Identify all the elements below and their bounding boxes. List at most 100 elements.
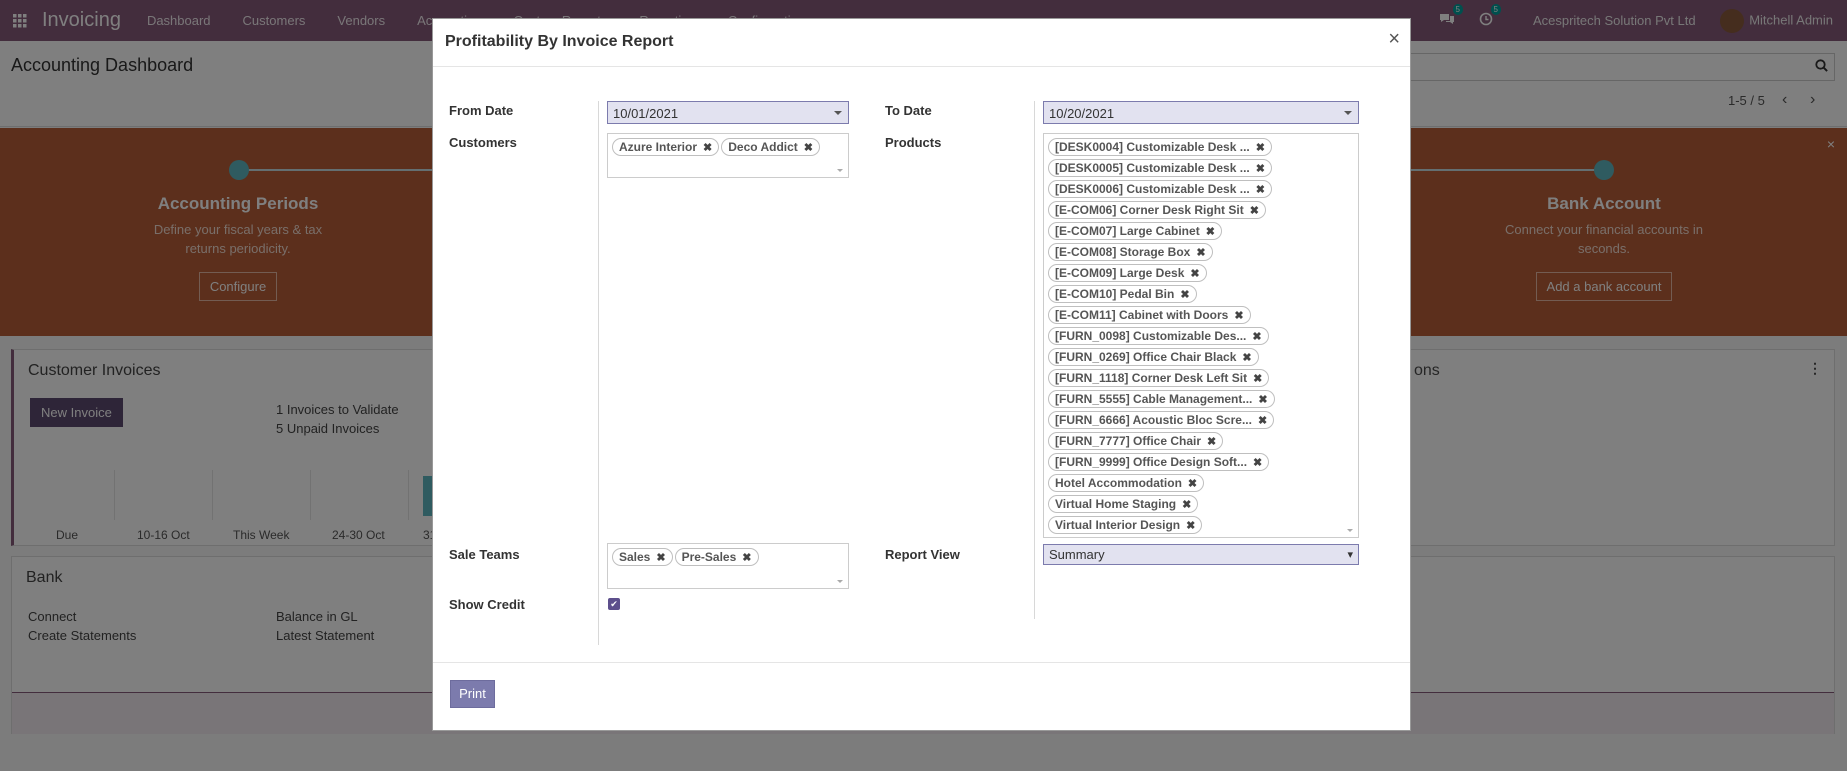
dropdown-caret-icon[interactable] — [837, 580, 843, 583]
report-dialog: Profitability By Invoice Report × From D… — [432, 18, 1411, 731]
product-tag: [FURN_5555] Cable Management... ✖ — [1048, 390, 1275, 408]
tag-label: [DESK0004] Customizable Desk ... — [1055, 140, 1250, 154]
remove-tag-icon[interactable]: ✖ — [1242, 351, 1251, 364]
products-tag-list: [DESK0004] Customizable Desk ... ✖ [DESK00… — [1047, 137, 1355, 536]
remove-tag-icon[interactable]: ✖ — [1207, 435, 1216, 448]
products-label: Products — [885, 135, 942, 150]
remove-tag-icon[interactable]: ✖ — [1182, 498, 1191, 511]
tag-label: [DESK0006] Customizable Desk ... — [1055, 182, 1250, 196]
customer-tag: Deco Addict ✖ — [721, 138, 821, 156]
product-tag: Hotel Accommodation ✖ — [1048, 474, 1205, 492]
tag-label: [E-COM06] Corner Desk Right Sit — [1055, 203, 1244, 217]
product-tag: [E-COM09] Large Desk ✖ — [1048, 264, 1207, 282]
sale-teams-many2many-field[interactable]: Sales ✖ Pre-Sales ✖ — [607, 543, 849, 589]
dialog-header: Profitability By Invoice Report × — [433, 19, 1410, 67]
product-tag: [FURN_0269] Office Chair Black ✖ — [1048, 348, 1259, 366]
tag-label: Azure Interior — [619, 140, 698, 154]
tag-label: Hotel Accommodation — [1055, 476, 1182, 490]
report-view-value: Summary — [1049, 547, 1105, 562]
remove-tag-icon[interactable]: ✖ — [1256, 162, 1265, 175]
dropdown-caret-icon — [1344, 111, 1352, 115]
show-credit-checkbox[interactable]: ✔ — [608, 598, 620, 610]
remove-tag-icon[interactable]: ✖ — [1186, 519, 1195, 532]
customers-tag-list: Azure Interior ✖ Deco Addict ✖ — [611, 137, 845, 158]
remove-tag-icon[interactable]: ✖ — [1188, 477, 1197, 490]
column-separator — [1034, 101, 1035, 619]
to-date-label: To Date — [885, 103, 932, 118]
tag-label: [FURN_0098] Customizable Des... — [1055, 329, 1247, 343]
tag-label: [E-COM11] Cabinet with Doors — [1055, 308, 1229, 322]
tag-label: [E-COM09] Large Desk — [1055, 266, 1185, 280]
report-view-select[interactable]: Summary ▾ — [1043, 544, 1359, 565]
close-icon[interactable]: × — [1388, 29, 1400, 49]
tag-label: [E-COM07] Large Cabinet — [1055, 224, 1200, 238]
remove-tag-icon[interactable]: ✖ — [1234, 309, 1243, 322]
product-tag: [E-COM08] Storage Box ✖ — [1048, 243, 1213, 261]
sale-team-tag: Sales ✖ — [612, 548, 673, 566]
tag-label: [FURN_1118] Corner Desk Left Sit — [1055, 371, 1248, 385]
tag-label: Virtual Interior Design — [1055, 518, 1181, 532]
product-tag: [FURN_6666] Acoustic Bloc Scre... ✖ — [1048, 411, 1275, 429]
from-date-field[interactable]: 10/01/2021 — [607, 101, 849, 124]
remove-tag-icon[interactable]: ✖ — [1196, 246, 1205, 259]
from-date-label: From Date — [449, 103, 514, 118]
report-view-label: Report View — [885, 547, 960, 562]
tag-label: Virtual Home Staging — [1055, 497, 1177, 511]
tag-label: [DESK0005] Customizable Desk ... — [1055, 161, 1250, 175]
remove-tag-icon[interactable]: ✖ — [1180, 288, 1189, 301]
tag-label: [E-COM08] Storage Box — [1055, 245, 1191, 259]
dialog-footer-divider — [433, 662, 1410, 663]
product-tag: Virtual Interior Design ✖ — [1048, 516, 1203, 534]
sale-team-tag: Pre-Sales ✖ — [674, 548, 759, 566]
remove-tag-icon[interactable]: ✖ — [1252, 330, 1261, 343]
tag-label: [FURN_0269] Office Chair Black — [1055, 350, 1237, 364]
tag-label: [FURN_9999] Office Design Soft... — [1055, 455, 1248, 469]
tag-label: [FURN_6666] Acoustic Bloc Scre... — [1055, 413, 1252, 427]
product-tag: [DESK0005] Customizable Desk ... ✖ — [1048, 159, 1272, 177]
products-many2many-field[interactable]: [DESK0004] Customizable Desk ... ✖ [DESK00… — [1043, 133, 1359, 538]
remove-tag-icon[interactable]: ✖ — [1256, 183, 1265, 196]
remove-tag-icon[interactable]: ✖ — [1258, 393, 1267, 406]
product-tag: [FURN_9999] Office Design Soft... ✖ — [1048, 453, 1270, 471]
customer-tag: Azure Interior ✖ — [612, 138, 720, 156]
product-tag: [DESK0006] Customizable Desk ... ✖ — [1048, 180, 1272, 198]
sale-teams-tag-list: Sales ✖ Pre-Sales ✖ — [611, 547, 845, 568]
print-button[interactable]: Print — [450, 680, 495, 708]
tag-label: [FURN_5555] Cable Management... — [1055, 392, 1253, 406]
product-tag: Virtual Home Staging ✖ — [1048, 495, 1199, 513]
product-tag: [E-COM10] Pedal Bin ✖ — [1048, 285, 1197, 303]
product-tag: [FURN_7777] Office Chair ✖ — [1048, 432, 1224, 450]
product-tag: [FURN_1118] Corner Desk Left Sit ✖ — [1048, 369, 1270, 387]
column-separator — [598, 101, 599, 645]
from-date-value: 10/01/2021 — [613, 106, 679, 121]
tag-label: Deco Addict — [728, 140, 798, 154]
customers-many2many-field[interactable]: Azure Interior ✖ Deco Addict ✖ — [607, 133, 849, 178]
show-credit-label: Show Credit — [449, 597, 525, 612]
remove-tag-icon[interactable]: ✖ — [742, 551, 751, 564]
dropdown-caret-icon[interactable] — [1347, 529, 1353, 532]
to-date-value: 10/20/2021 — [1049, 106, 1115, 121]
tag-label: [FURN_7777] Office Chair — [1055, 434, 1202, 448]
remove-tag-icon[interactable]: ✖ — [1190, 267, 1199, 280]
product-tag: [E-COM07] Large Cabinet ✖ — [1048, 222, 1222, 240]
sale-teams-label: Sale Teams — [449, 547, 520, 562]
remove-tag-icon[interactable]: ✖ — [1253, 456, 1262, 469]
product-tag: [E-COM11] Cabinet with Doors ✖ — [1048, 306, 1251, 324]
remove-tag-icon[interactable]: ✖ — [804, 141, 813, 154]
product-tag: [FURN_0098] Customizable Des... ✖ — [1048, 327, 1269, 345]
remove-tag-icon[interactable]: ✖ — [1206, 225, 1215, 238]
tag-label: Pre-Sales — [681, 550, 737, 564]
dropdown-caret-icon — [834, 111, 842, 115]
dropdown-caret-icon[interactable] — [837, 169, 843, 172]
tag-label: [E-COM10] Pedal Bin — [1055, 287, 1175, 301]
remove-tag-icon[interactable]: ✖ — [1256, 141, 1265, 154]
dialog-title: Profitability By Invoice Report — [445, 33, 674, 50]
remove-tag-icon[interactable]: ✖ — [656, 551, 665, 564]
remove-tag-icon[interactable]: ✖ — [1258, 414, 1267, 427]
product-tag: [E-COM06] Corner Desk Right Sit ✖ — [1048, 201, 1266, 219]
remove-tag-icon[interactable]: ✖ — [1253, 372, 1262, 385]
chevron-down-icon: ▾ — [1347, 549, 1353, 561]
remove-tag-icon[interactable]: ✖ — [703, 141, 712, 154]
remove-tag-icon[interactable]: ✖ — [1250, 204, 1259, 217]
to-date-field[interactable]: 10/20/2021 — [1043, 101, 1359, 124]
